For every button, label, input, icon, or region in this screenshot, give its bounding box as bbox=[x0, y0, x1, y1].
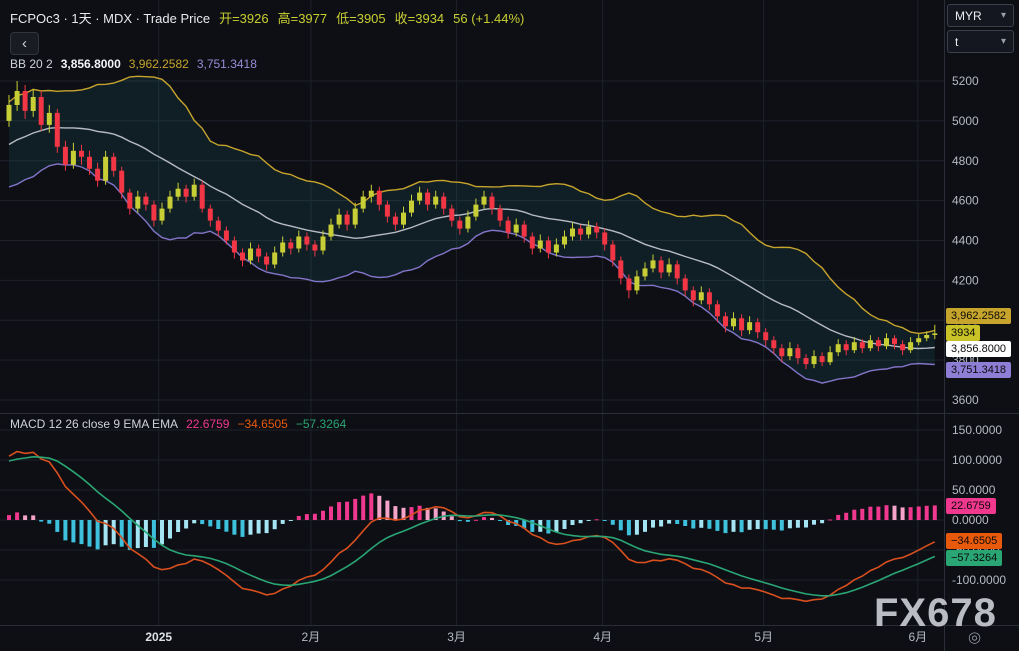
bb-status-line: BB 20 2 3,856.8000 3,962.2582 3,751.3418 bbox=[10, 57, 257, 71]
svg-text:5月: 5月 bbox=[754, 630, 773, 644]
price-label-last: 3934 bbox=[946, 325, 981, 342]
unit-value: t bbox=[955, 34, 959, 49]
scales-settings-icon[interactable]: ◎ bbox=[968, 628, 981, 646]
trading-chart-app: 520050004800460044004200400038003600150.… bbox=[0, 0, 1019, 651]
back-arrow-icon: ‹ bbox=[22, 35, 27, 52]
currency-select[interactable]: MYR ▾ bbox=[947, 4, 1014, 27]
svg-text:3月: 3月 bbox=[447, 630, 466, 644]
macd-status-line: MACD 12 26 close 9 EMA EMA 22.6759 −34.6… bbox=[10, 417, 346, 431]
price-label-bb-lower: 3,751.3418 bbox=[946, 361, 1012, 378]
svg-text:5200: 5200 bbox=[952, 74, 979, 88]
chevron-down-icon: ▾ bbox=[1000, 10, 1006, 21]
price-label-bb-upper: 3,962.2582 bbox=[946, 308, 1012, 325]
chevron-down-icon: ▾ bbox=[1000, 36, 1006, 47]
macd-line-value: −34.6505 bbox=[237, 417, 288, 431]
quote-change: 56 (+1.44%) bbox=[453, 11, 525, 26]
bb-basis-value: 3,856.8000 bbox=[60, 57, 121, 71]
svg-text:4400: 4400 bbox=[952, 234, 979, 248]
bb-lower-value: 3,751.3418 bbox=[196, 57, 257, 71]
svg-text:3600: 3600 bbox=[952, 393, 979, 407]
quote-low: 低=3905 bbox=[336, 11, 386, 26]
quote-close: 收=3934 bbox=[394, 11, 445, 26]
macd-hist-value: 22.6759 bbox=[186, 417, 230, 431]
back-button[interactable]: ‹ bbox=[10, 32, 39, 55]
macd-pane[interactable] bbox=[7, 450, 937, 603]
svg-text:4600: 4600 bbox=[952, 194, 979, 208]
bollinger-fill bbox=[9, 76, 935, 384]
svg-text:5000: 5000 bbox=[952, 114, 979, 128]
svg-text:2月: 2月 bbox=[302, 630, 321, 644]
svg-text:6月: 6月 bbox=[908, 630, 927, 644]
bb-title: BB 20 2 bbox=[10, 57, 53, 71]
target-circle-icon: ◎ bbox=[968, 629, 982, 646]
svg-text:50.0000: 50.0000 bbox=[952, 483, 996, 497]
currency-value: MYR bbox=[955, 8, 982, 23]
bb-upper-value: 3,962.2582 bbox=[128, 57, 189, 71]
macd-histogram bbox=[7, 493, 937, 550]
symbol-status-line: FCPOc3 · 1天 · MDX · Trade Price 开=3926 高… bbox=[10, 8, 524, 27]
price-pane[interactable] bbox=[6, 75, 938, 384]
price-label-bb-basis: 3,856.8000 bbox=[946, 340, 1012, 357]
svg-text:100.0000: 100.0000 bbox=[952, 453, 1002, 467]
chart-canvas[interactable]: 520050004800460044004200400038003600150.… bbox=[0, 0, 1019, 651]
time-scale[interactable]: 2025 2月 3月 4月 5月 6月 bbox=[145, 630, 927, 644]
macd-signal-value: −57.3264 bbox=[295, 417, 347, 431]
svg-text:4200: 4200 bbox=[952, 273, 979, 287]
unit-select[interactable]: t ▾ bbox=[947, 30, 1014, 53]
macd-label-macd: −34.6505 bbox=[946, 532, 1003, 549]
svg-text:4月: 4月 bbox=[593, 630, 612, 644]
macd-title: MACD 12 26 close 9 EMA EMA bbox=[10, 417, 179, 431]
svg-text:150.0000: 150.0000 bbox=[952, 423, 1002, 437]
svg-text:2025: 2025 bbox=[145, 630, 172, 644]
svg-text:-100.0000: -100.0000 bbox=[952, 573, 1006, 587]
macd-label-hist: 22.6759 bbox=[946, 498, 996, 515]
svg-text:0.0000: 0.0000 bbox=[952, 513, 989, 527]
macd-label-signal: −57.3264 bbox=[946, 549, 1003, 566]
symbol-title: FCPOc3 · 1天 · MDX · Trade Price bbox=[10, 11, 211, 26]
svg-text:4800: 4800 bbox=[952, 154, 979, 168]
quote-open: 开=3926 bbox=[219, 11, 269, 26]
quote-high: 高=3977 bbox=[277, 11, 328, 26]
